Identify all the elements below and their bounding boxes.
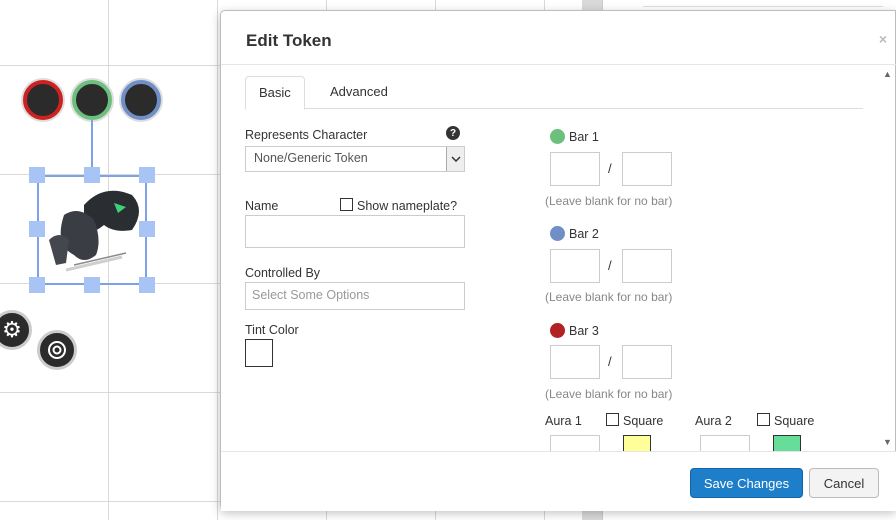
edit-token-dialog: Edit Token × Basic Advanced Represents C…: [220, 10, 896, 511]
represents-character-label: Represents Character: [245, 128, 368, 142]
bar-1-max-input[interactable]: [622, 152, 672, 186]
controlled-by-label: Controlled By: [245, 266, 321, 280]
show-nameplate-label: Show nameplate?: [357, 199, 458, 213]
show-nameplate-checkbox[interactable]: [340, 198, 353, 211]
help-icon[interactable]: ?: [446, 126, 460, 140]
resize-handle-nw[interactable]: [29, 167, 45, 183]
resize-handle-w[interactable]: [29, 221, 45, 237]
bar-1-value-input[interactable]: [550, 152, 600, 186]
bar-2-label: Bar 2: [569, 227, 599, 241]
bar-3-hint: (Leave blank for no bar): [545, 387, 673, 401]
aura-1-label: Aura 1: [545, 414, 582, 428]
tint-color-swatch[interactable]: [245, 339, 273, 367]
scroll-down-icon[interactable]: ▼: [883, 437, 892, 447]
bar-2-max-input[interactable]: [622, 249, 672, 283]
title-divider: [221, 64, 896, 65]
cancel-button[interactable]: Cancel: [809, 468, 879, 498]
dialog-scrollbar[interactable]: ▲ ▼: [881, 67, 895, 450]
resize-handle-ne[interactable]: [139, 167, 155, 183]
tab-bar: Basic Advanced: [245, 76, 863, 110]
close-icon[interactable]: ×: [879, 31, 887, 47]
green-status-dot[interactable]: [72, 80, 112, 120]
aura-2-label: Aura 2: [695, 414, 732, 428]
tab-advanced[interactable]: Advanced: [317, 76, 401, 109]
name-label: Name: [245, 199, 279, 213]
bar-2-hint: (Leave blank for no bar): [545, 290, 673, 304]
bar-3-value-input[interactable]: [550, 345, 600, 379]
controlled-by-multiselect[interactable]: Select Some Options: [245, 282, 465, 310]
represents-character-value: None/Generic Token: [254, 151, 368, 165]
bar-3-color-dot: [550, 323, 565, 338]
aura-1-color-swatch[interactable]: [623, 435, 651, 451]
bar-3-label: Bar 3: [569, 324, 599, 338]
resize-handle-sw[interactable]: [29, 277, 45, 293]
target-icon[interactable]: [37, 330, 77, 370]
bar-2-color-dot: [550, 226, 565, 241]
tab-basic[interactable]: Basic: [245, 76, 305, 110]
bar-2-separator: /: [608, 258, 612, 273]
resize-handle-n[interactable]: [84, 167, 100, 183]
aura-2-radius-input[interactable]: [700, 435, 750, 451]
name-input[interactable]: [245, 215, 465, 248]
dialog-footer: Save Changes Cancel: [221, 451, 896, 511]
aura-2-square-checkbox[interactable]: [757, 413, 770, 426]
bar-1-color-dot: [550, 129, 565, 144]
scroll-up-icon[interactable]: ▲: [883, 69, 892, 79]
bar-1-hint: (Leave blank for no bar): [545, 194, 673, 208]
aura-1-square-checkbox[interactable]: [606, 413, 619, 426]
represents-character-select[interactable]: None/Generic Token: [245, 146, 465, 172]
bar-3-max-input[interactable]: [622, 345, 672, 379]
aura-1-square-label: Square: [623, 414, 664, 428]
tint-color-label: Tint Color: [245, 323, 299, 337]
dialog-title: Edit Token: [246, 31, 332, 50]
bar-2-value-input[interactable]: [550, 249, 600, 283]
blue-status-dot[interactable]: [121, 80, 161, 120]
save-changes-button[interactable]: Save Changes: [690, 468, 803, 498]
red-status-dot[interactable]: [23, 80, 63, 120]
aura-1-radius-input[interactable]: [550, 435, 600, 451]
bar-3-separator: /: [608, 354, 612, 369]
aura-2-square-label: Square: [774, 414, 815, 428]
bar-1-separator: /: [608, 161, 612, 176]
bar-1-label: Bar 1: [569, 130, 599, 144]
aura-2-color-swatch[interactable]: [773, 435, 801, 451]
chevron-down-icon: [446, 147, 464, 171]
token-image[interactable]: [44, 185, 144, 280]
